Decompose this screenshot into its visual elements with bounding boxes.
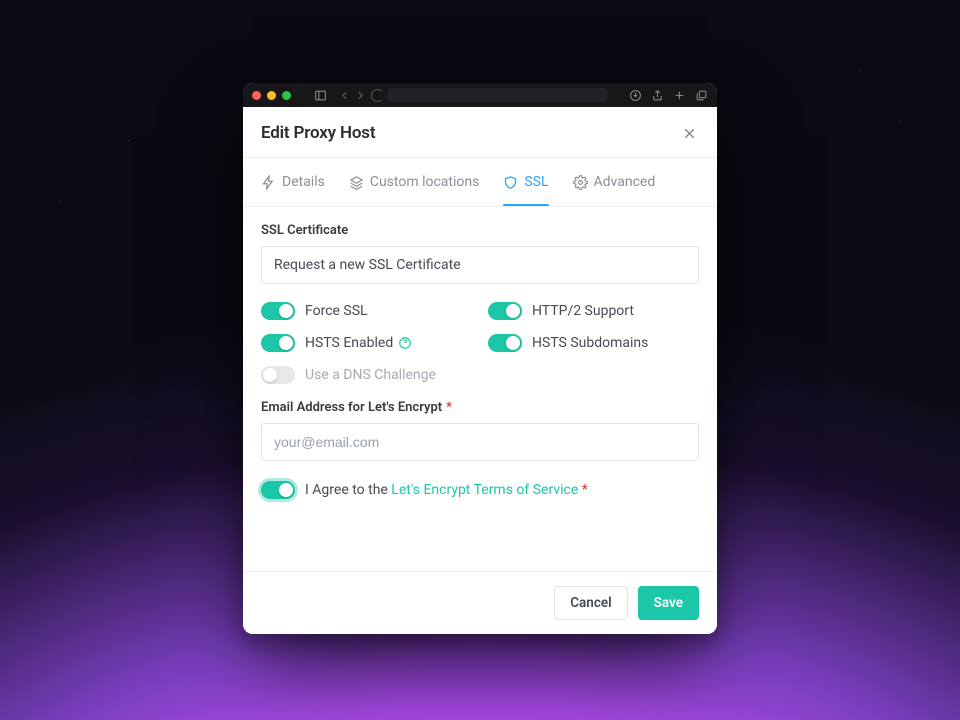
tab-custom-locations[interactable]: Custom locations	[349, 158, 480, 206]
window-max-dot[interactable]	[282, 91, 291, 100]
toggle-hsts-sub-label: HSTS Subdomains	[532, 335, 648, 351]
toggle-http2-row: HTTP/2 Support	[488, 302, 699, 320]
tab-advanced[interactable]: Advanced	[573, 158, 656, 206]
email-label: Email Address for Let's Encrypt *	[261, 400, 699, 415]
help-icon[interactable]	[398, 336, 412, 350]
modal-window: Edit Proxy Host Details Custom locations…	[243, 83, 717, 634]
toggle-hsts-sub-row: HSTS Subdomains	[488, 334, 699, 352]
traffic-lights	[252, 91, 291, 100]
agree-row: I Agree to the Let's Encrypt Terms of Se…	[261, 481, 699, 499]
ssl-certificate-select[interactable]: Request a new SSL Certificate	[261, 246, 699, 284]
tab-details[interactable]: Details	[261, 158, 325, 206]
download-icon[interactable]	[628, 88, 642, 102]
address-bar[interactable]	[387, 88, 608, 102]
required-mark: *	[446, 400, 452, 415]
share-icon[interactable]	[650, 88, 664, 102]
email-field[interactable]	[261, 423, 699, 461]
toggle-http2-label: HTTP/2 Support	[532, 303, 634, 319]
window-close-dot[interactable]	[252, 91, 261, 100]
browser-chrome	[243, 83, 717, 107]
toggle-dns-label: Use a DNS Challenge	[305, 367, 436, 383]
toggle-agree-tos[interactable]	[261, 481, 295, 499]
cancel-button[interactable]: Cancel	[554, 586, 627, 620]
modal-footer: Cancel Save	[243, 571, 717, 634]
toggle-hsts-label: HSTS Enabled	[305, 335, 412, 351]
lets-encrypt-tos-link[interactable]: Let's Encrypt Terms of Service	[391, 482, 578, 498]
modal-body: SSL Certificate Request a new SSL Certif…	[243, 207, 717, 517]
toggle-dns-row: Use a DNS Challenge	[261, 366, 472, 384]
toggle-dns-challenge[interactable]	[261, 366, 295, 384]
required-mark: *	[582, 482, 588, 498]
toggle-force-ssl-label: Force SSL	[305, 303, 368, 319]
gear-icon	[573, 175, 588, 190]
shield-icon	[503, 175, 518, 190]
nav-back-icon[interactable]	[337, 88, 351, 102]
layers-icon	[349, 175, 364, 190]
tab-ssl[interactable]: SSL	[503, 158, 548, 206]
modal-title: Edit Proxy Host	[261, 123, 375, 143]
sidebar-icon[interactable]	[313, 88, 327, 102]
close-icon[interactable]	[679, 123, 699, 143]
tab-label: Details	[282, 174, 325, 190]
nav-forward-icon[interactable]	[353, 88, 367, 102]
toggle-hsts[interactable]	[261, 334, 295, 352]
toggle-hsts-row: HSTS Enabled	[261, 334, 472, 352]
tab-label: Custom locations	[370, 174, 480, 190]
toggle-force-ssl-row: Force SSL	[261, 302, 472, 320]
ssl-certificate-label: SSL Certificate	[261, 223, 699, 238]
new-tab-icon[interactable]	[672, 88, 686, 102]
zap-icon	[261, 175, 276, 190]
toggle-http2[interactable]	[488, 302, 522, 320]
modal-header: Edit Proxy Host	[243, 107, 717, 157]
tabs: Details Custom locations SSL Advanced	[243, 158, 717, 206]
ssl-certificate-value: Request a new SSL Certificate	[274, 257, 461, 273]
tabs-overview-icon[interactable]	[694, 88, 708, 102]
toggle-hsts-sub[interactable]	[488, 334, 522, 352]
save-button[interactable]: Save	[638, 586, 699, 620]
agree-text: I Agree to the Let's Encrypt Terms of Se…	[305, 482, 588, 498]
tab-label: Advanced	[594, 174, 656, 190]
toggle-force-ssl[interactable]	[261, 302, 295, 320]
tab-label: SSL	[524, 174, 548, 190]
window-min-dot[interactable]	[267, 91, 276, 100]
